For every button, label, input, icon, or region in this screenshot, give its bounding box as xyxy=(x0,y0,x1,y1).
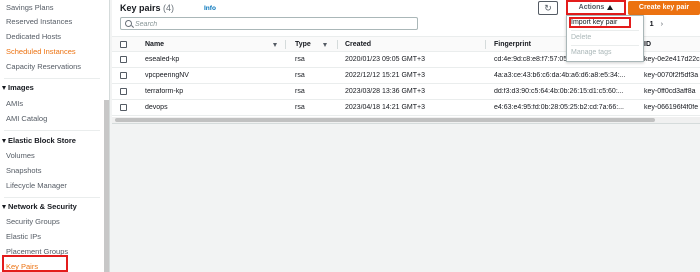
table-row[interactable]: vpcpeeringNV rsa 2022/12/12 15:21 GMT+3 … xyxy=(112,68,700,84)
next-page-icon[interactable]: › xyxy=(661,19,664,28)
search-input[interactable] xyxy=(135,19,405,29)
table-row[interactable]: devops rsa 2023/04/18 14:21 GMT+3 e4:63:… xyxy=(112,100,700,116)
refresh-button[interactable]: ↻ xyxy=(538,1,558,15)
sidebar-section-images[interactable]: Images xyxy=(2,83,34,92)
column-header-name[interactable]: Name xyxy=(145,41,164,48)
sidebar-item-snapshots[interactable]: Snapshots xyxy=(6,166,41,175)
refresh-icon: ↻ xyxy=(544,3,552,13)
cell-fingerprint: 4a:a3:ce:43:b6:c6:da:4b:a6:d6:a8:e5:34:.… xyxy=(494,72,626,79)
main-content: Key pairs (4) Info ↻ Actions Create key … xyxy=(112,0,700,272)
search-bar xyxy=(120,17,418,30)
sidebar-item-savings-plans[interactable]: Savings Plans xyxy=(6,3,54,12)
cell-fingerprint: e4:63:e4:95:fd:0b:28:05:25:b2:cd:7a:66:.… xyxy=(494,104,624,111)
cell-id: key-0070f2f5df3a xyxy=(644,72,699,79)
sort-icon[interactable] xyxy=(323,43,327,47)
cell-id: key-066196f4f0fe xyxy=(644,104,699,111)
row-checkbox[interactable] xyxy=(120,104,127,111)
caret-down-icon xyxy=(2,138,6,143)
sidebar-section-network-security[interactable]: Network & Security xyxy=(2,202,77,211)
sidebar-item-elastic-ips[interactable]: Elastic IPs xyxy=(6,232,41,241)
column-header-type[interactable]: Type xyxy=(295,41,311,48)
horizontal-scrollbar[interactable] xyxy=(112,117,700,123)
sidebar-section-label: Network & Security xyxy=(8,202,77,211)
cell-fingerprint: dd:f3:d3:90:c5:64:4b:0b:26:15:d1:c5:60:.… xyxy=(494,88,624,95)
page-number[interactable]: 1 xyxy=(650,19,654,28)
menu-divider xyxy=(571,30,639,31)
cell-created: 2022/12/12 15:21 GMT+3 xyxy=(345,72,425,79)
cell-name: esealed-kp xyxy=(145,56,180,63)
cell-created: 2023/04/18 14:21 GMT+3 xyxy=(345,104,425,111)
sidebar-item-capacity-reservations[interactable]: Capacity Reservations xyxy=(6,62,81,71)
column-divider[interactable] xyxy=(285,40,286,49)
cell-created: 2023/03/28 13:36 GMT+3 xyxy=(345,88,425,95)
key-pairs-panel: Key pairs (4) Info ↻ Actions Create key … xyxy=(112,0,700,124)
highlight-box-key-pairs xyxy=(2,255,68,272)
row-checkbox[interactable] xyxy=(120,88,127,95)
cell-type: rsa xyxy=(295,104,305,111)
cell-created: 2020/01/23 09:05 GMT+3 xyxy=(345,56,425,63)
sidebar-section-label: Elastic Block Store xyxy=(8,136,76,145)
cell-type: rsa xyxy=(295,88,305,95)
column-header-id[interactable]: ID xyxy=(644,41,651,48)
scrollbar-thumb[interactable] xyxy=(115,118,655,122)
menu-item-delete[interactable]: Delete xyxy=(571,34,591,41)
sidebar-divider xyxy=(4,78,100,79)
sidebar-item-lifecycle-manager[interactable]: Lifecycle Manager xyxy=(6,181,67,190)
row-checkbox[interactable] xyxy=(120,56,127,63)
row-checkbox[interactable] xyxy=(120,72,127,79)
sidebar-item-scheduled-instances[interactable]: Scheduled Instances xyxy=(6,47,76,56)
sidebar-divider xyxy=(4,130,100,131)
column-divider[interactable] xyxy=(485,40,486,49)
sidebar-item-volumes[interactable]: Volumes xyxy=(6,151,35,160)
highlight-box-import xyxy=(569,17,631,28)
cell-name: terraform-kp xyxy=(145,88,184,95)
sidebar-item-security-groups[interactable]: Security Groups xyxy=(6,217,60,226)
search-icon xyxy=(125,20,132,27)
create-key-pair-button[interactable]: Create key pair xyxy=(628,1,700,15)
sidebar-item-ami-catalog[interactable]: AMI Catalog xyxy=(6,114,47,123)
sidebar-item-reserved-instances[interactable]: Reserved Instances xyxy=(6,17,72,26)
cell-type: rsa xyxy=(295,56,305,63)
column-divider[interactable] xyxy=(337,40,338,49)
column-header-fingerprint[interactable]: Fingerprint xyxy=(494,41,531,48)
sidebar-item-dedicated-hosts[interactable]: Dedicated Hosts xyxy=(6,32,61,41)
actions-dropdown-menu: Import key pair Delete Manage tags xyxy=(566,15,644,62)
sidebar-divider xyxy=(4,197,100,198)
caret-down-icon xyxy=(2,85,6,90)
info-link[interactable]: Info xyxy=(204,5,216,12)
cell-id: key-0ff0cd3aff8a xyxy=(644,88,696,95)
sidebar: Savings Plans Reserved Instances Dedicat… xyxy=(0,0,110,272)
cell-type: rsa xyxy=(295,72,305,79)
caret-down-icon xyxy=(2,204,6,209)
sort-icon[interactable] xyxy=(273,43,277,47)
cell-id: key-0e2e417d22c xyxy=(644,56,700,63)
cell-name: devops xyxy=(145,104,168,111)
menu-divider xyxy=(571,45,639,46)
sidebar-section-label: Images xyxy=(8,83,34,92)
sidebar-section-ebs[interactable]: Elastic Block Store xyxy=(2,136,76,145)
highlight-box-actions xyxy=(566,0,626,15)
column-header-created[interactable]: Created xyxy=(345,41,371,48)
menu-item-manage-tags[interactable]: Manage tags xyxy=(571,49,611,56)
sidebar-scrollbar[interactable] xyxy=(104,100,109,272)
item-count: (4) xyxy=(163,3,175,13)
cell-name: vpcpeeringNV xyxy=(145,72,189,79)
table-row[interactable]: terraform-kp rsa 2023/03/28 13:36 GMT+3 … xyxy=(112,84,700,100)
select-all-checkbox[interactable] xyxy=(120,41,127,48)
sidebar-item-amis[interactable]: AMIs xyxy=(6,99,23,108)
page-title: Key pairs (4) xyxy=(120,3,174,13)
page-title-text: Key pairs xyxy=(120,3,161,13)
